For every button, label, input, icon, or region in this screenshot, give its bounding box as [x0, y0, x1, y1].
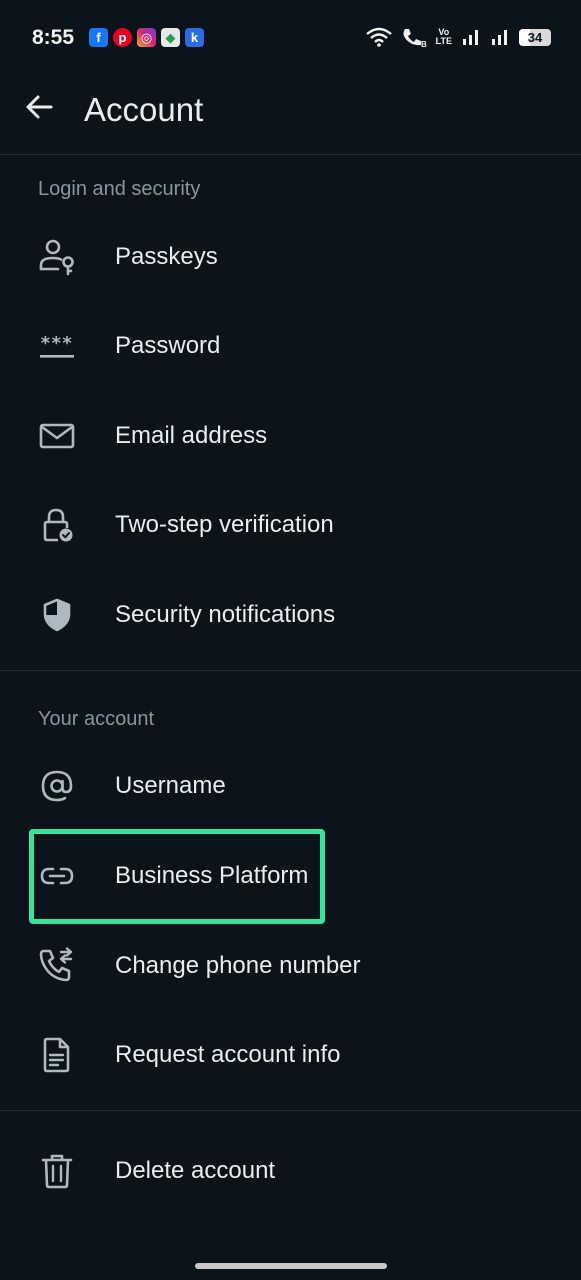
battery-icon: 34: [519, 28, 551, 46]
lock-check-icon: [38, 506, 76, 544]
email-icon: [38, 417, 76, 455]
app-header: Account: [0, 78, 581, 155]
facebook-icon: f: [89, 28, 108, 47]
list-item-label: Username: [115, 772, 226, 799]
pinterest-icon: p: [113, 28, 132, 47]
instagram-icon: ◎: [137, 28, 156, 47]
home-indicator[interactable]: [195, 1263, 387, 1269]
list-item-security-notifications[interactable]: Security notifications: [0, 570, 581, 660]
list-item-change-phone-number[interactable]: Change phone number: [0, 921, 581, 1011]
document-icon: [38, 1036, 76, 1074]
trash-icon: [38, 1152, 76, 1190]
shield-icon: [38, 596, 76, 634]
phone-change-icon: [38, 947, 76, 985]
svg-text:B: B: [421, 40, 427, 48]
section-divider: [0, 1110, 581, 1111]
system-icons: B Vo LTE 34: [365, 26, 551, 48]
list-item-two-step-verification[interactable]: Two-step verification: [0, 480, 581, 570]
page-title: Account: [84, 91, 204, 128]
highlight-box: [29, 829, 325, 924]
back-arrow-icon: [26, 95, 53, 119]
list-item-label: Security notifications: [115, 601, 336, 628]
battery-level: 34: [527, 29, 543, 45]
app-k-icon: k: [185, 28, 204, 47]
notification-icons: f p ◎ ◆ k: [89, 28, 204, 47]
section-label-your-account: Your account: [38, 708, 155, 730]
list-item-password[interactable]: *** Password: [0, 301, 581, 391]
signal-strength-icon-2: [492, 30, 507, 45]
list-item-username[interactable]: Username: [0, 741, 581, 831]
list-item-label: Delete account: [115, 1157, 276, 1184]
list-item-label: Email address: [115, 422, 268, 449]
status-bar: 8:55 f p ◎ ◆ k B Vo LTE 34: [0, 0, 581, 76]
svg-text:***: ***: [40, 333, 73, 354]
volte-badge: Vo LTE: [435, 27, 452, 46]
list-item-label: Password: [115, 332, 221, 359]
password-icon: ***: [38, 327, 76, 365]
signal-strength-icon: [463, 30, 478, 45]
list-item-label: Request account info: [115, 1041, 341, 1068]
at-sign-icon: [38, 767, 76, 805]
list-item-passkeys[interactable]: Passkeys: [0, 212, 581, 302]
back-button[interactable]: [22, 90, 56, 124]
list-item-label: Passkeys: [115, 243, 218, 270]
list-item-label: Change phone number: [115, 952, 361, 979]
list-item-email-address[interactable]: Email address: [0, 391, 581, 481]
passkey-icon: [38, 238, 76, 276]
wifi-call-icon: B: [403, 29, 427, 48]
shield-app-icon: ◆: [161, 28, 180, 47]
section-divider: [0, 670, 581, 671]
wifi-icon: [365, 27, 392, 47]
list-item-delete-account[interactable]: Delete account: [0, 1126, 581, 1216]
list-item-request-account-info[interactable]: Request account info: [0, 1010, 581, 1100]
list-item-label: Two-step verification: [115, 511, 334, 538]
status-time: 8:55: [32, 26, 75, 49]
section-label-login-security: Login and security: [38, 178, 201, 200]
